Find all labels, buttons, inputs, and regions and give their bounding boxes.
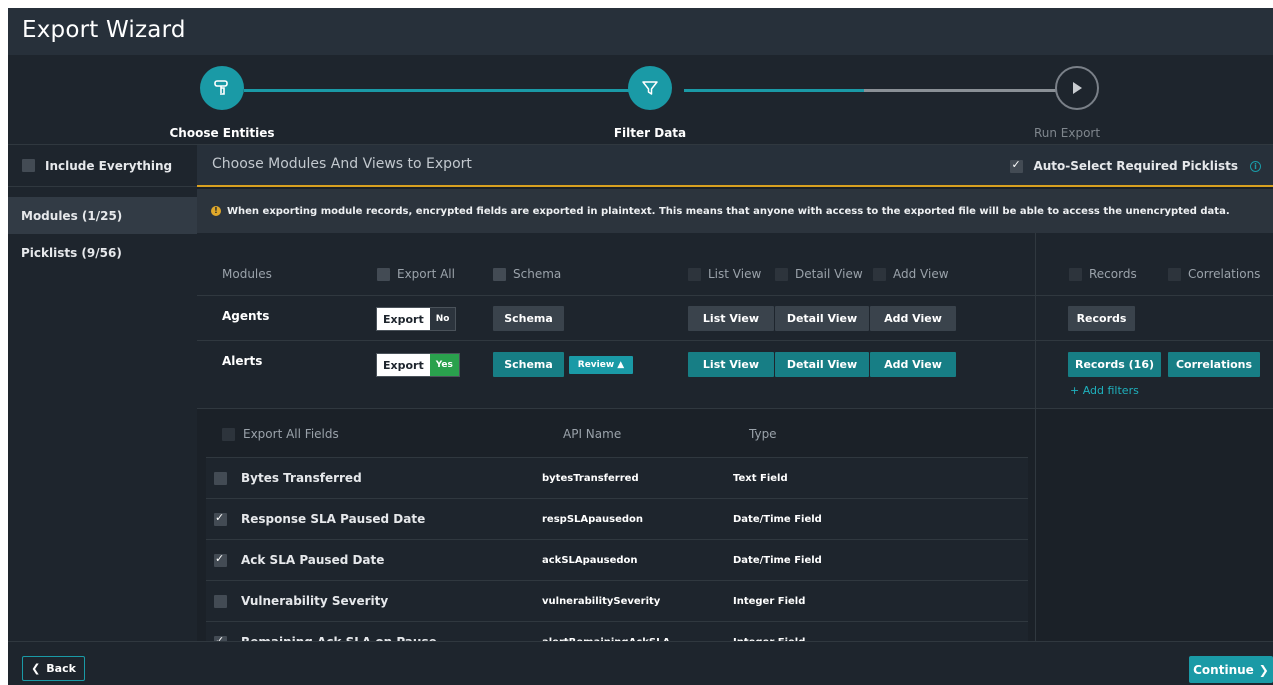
export-wizard-window: Export Wizard Choose Entities Filter Dat… [8, 8, 1273, 685]
column-divider [1035, 233, 1036, 641]
row-divider [197, 295, 1273, 296]
add-view-all-checkbox[interactable]: Add View [873, 267, 949, 281]
add-filters-link[interactable]: + Add filters [1070, 384, 1139, 397]
table-row[interactable]: Bytes Transferred bytesTransferred Text … [206, 457, 1028, 498]
detail-view-button-agents[interactable]: Detail View [775, 306, 869, 331]
main-header: Choose Modules And Views to Export Auto-… [197, 145, 1273, 187]
filter-funnel-icon [642, 81, 658, 95]
sidebar: Include Everything Modules (1/25) Pickli… [8, 145, 197, 641]
checkbox-icon [493, 267, 506, 281]
table-row[interactable]: Vulnerability Severity vulnerabilitySeve… [206, 580, 1028, 621]
modules-table: Modules Export All Schema List View Deta… [197, 233, 1273, 409]
checkbox-icon[interactable] [214, 471, 227, 485]
fields-table: Export All Fields API Name Type Bytes Tr… [197, 409, 1035, 662]
module-name-alerts: Alerts [222, 354, 263, 368]
records-button-agents[interactable]: Records [1068, 306, 1135, 331]
checkbox-icon [22, 159, 35, 172]
warning-icon: ! [211, 206, 221, 216]
title-bar: Export Wizard [8, 8, 1273, 55]
add-view-button-alerts[interactable]: Add View [870, 352, 956, 377]
step-progress-line [684, 89, 864, 92]
auto-select-label: Auto-Select Required Picklists [1033, 159, 1238, 173]
continue-button[interactable]: Continue ❯ [1189, 656, 1273, 683]
detail-view-all-checkbox[interactable]: Detail View [775, 267, 863, 281]
encryption-warning: ! When exporting module records, encrypt… [197, 189, 1273, 233]
step-run-export[interactable] [1055, 66, 1099, 110]
step-label-run-export: Run Export [1033, 126, 1101, 140]
play-icon [1073, 82, 1082, 94]
back-button[interactable]: ❮ Back [22, 656, 85, 681]
column-header-api-name: API Name [563, 427, 622, 441]
step-progress-line [244, 89, 640, 92]
step-label-filter-data: Filter Data [613, 126, 687, 140]
schema-button-agents[interactable]: Schema [493, 306, 564, 331]
correlations-button-alerts[interactable]: Correlations [1168, 352, 1260, 377]
list-view-button-alerts[interactable]: List View [688, 352, 774, 377]
row-divider [197, 340, 1273, 341]
footer: ❮ Back Continue ❯ [8, 641, 1273, 685]
records-button-alerts[interactable]: Records (16) [1068, 352, 1161, 377]
checkbox-icon [1069, 267, 1082, 281]
checkbox-icon [1168, 267, 1181, 281]
sidebar-item-modules[interactable]: Modules (1/25) [8, 197, 197, 234]
include-everything-checkbox[interactable]: Include Everything [8, 145, 197, 187]
export-toggle-agents[interactable]: Export No [376, 307, 457, 331]
schema-button-alerts[interactable]: Schema [493, 352, 564, 377]
step-remaining-line [864, 89, 1056, 92]
checkbox-icon [873, 267, 886, 281]
fields-table-header: Export All Fields API Name Type [197, 409, 1035, 457]
export-all-fields-checkbox[interactable]: Export All Fields [222, 427, 339, 441]
warning-text: When exporting module records, encrypted… [227, 205, 1230, 217]
detail-view-button-alerts[interactable]: Detail View [775, 352, 869, 377]
chevron-right-icon: ❯ [1258, 662, 1269, 677]
checkbox-icon [1010, 158, 1024, 173]
table-row[interactable]: Response SLA Paused Date respSLApausedon… [206, 498, 1028, 539]
checkbox-icon[interactable] [214, 552, 227, 567]
step-filter-data[interactable] [628, 66, 672, 110]
column-header-type: Type [749, 427, 777, 441]
table-row[interactable]: Ack SLA Paused Date ackSLApausedon Date/… [206, 539, 1028, 580]
correlations-all-checkbox[interactable]: Correlations [1168, 267, 1260, 281]
checkbox-icon [775, 267, 788, 281]
chevron-left-icon: ❮ [31, 662, 41, 675]
info-icon[interactable]: i [1250, 160, 1261, 172]
sidebar-item-label: Picklists (9/56) [21, 245, 122, 260]
column-header-modules: Modules [222, 267, 272, 281]
checkbox-icon[interactable] [214, 594, 227, 608]
records-all-checkbox[interactable]: Records [1069, 267, 1137, 281]
step-label-choose-entities: Choose Entities [169, 126, 275, 140]
main-panel: Choose Modules And Views to Export Auto-… [197, 145, 1273, 662]
page-title: Export Wizard [22, 17, 186, 43]
review-button-alerts[interactable]: Review ▲ [569, 356, 633, 374]
sidebar-item-picklists[interactable]: Picklists (9/56) [8, 234, 197, 271]
module-name-agents: Agents [222, 309, 270, 323]
auto-select-picklists-checkbox[interactable]: Auto-Select Required Picklists i [1010, 158, 1261, 173]
main-title: Choose Modules And Views to Export [212, 156, 472, 172]
checkbox-icon [688, 267, 701, 281]
checkbox-icon [222, 427, 235, 441]
wizard-steps: Choose Entities Filter Data Run Export [8, 55, 1273, 145]
sidebar-item-label: Modules (1/25) [21, 208, 123, 223]
pointer-hand-icon [214, 80, 228, 95]
step-choose-entities[interactable] [200, 66, 244, 110]
list-view-all-checkbox[interactable]: List View [688, 267, 761, 281]
include-everything-label: Include Everything [45, 158, 173, 173]
schema-all-checkbox[interactable]: Schema [493, 267, 561, 281]
checkbox-icon [377, 267, 390, 281]
export-all-checkbox[interactable]: Export All [377, 267, 455, 281]
export-toggle-alerts[interactable]: Export Yes [376, 353, 460, 377]
list-view-button-agents[interactable]: List View [688, 306, 774, 331]
checkbox-icon[interactable] [214, 511, 227, 526]
add-view-button-agents[interactable]: Add View [870, 306, 956, 331]
